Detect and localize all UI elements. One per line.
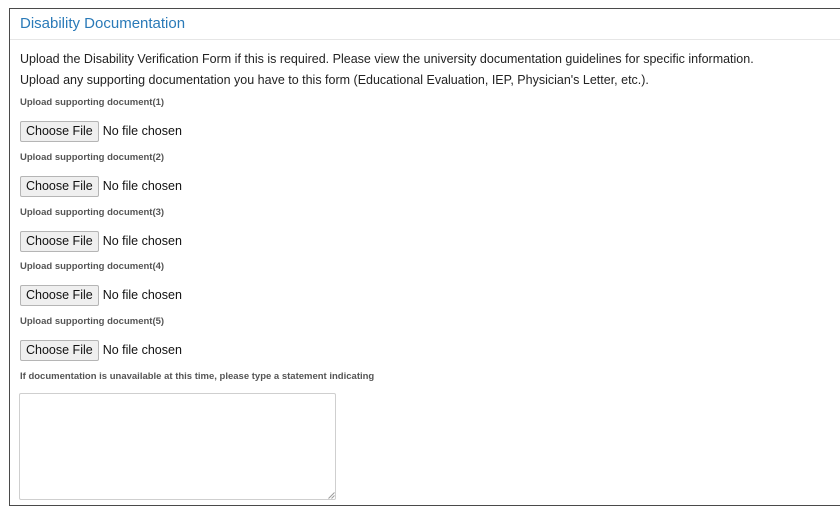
statement-label: If documentation is unavailable at this … (20, 371, 375, 382)
file-status-4: No file chosen (102, 288, 182, 302)
disability-documentation-panel: Disability Documentation Upload the Disa… (9, 8, 840, 506)
file-status-3: No file chosen (102, 234, 182, 248)
file-status-1: No file chosen (102, 124, 182, 138)
file-input-1[interactable]: Choose File No file chosen (20, 120, 182, 142)
upload-label-2: Upload supporting document(2) (20, 152, 165, 163)
choose-file-button-2[interactable]: Choose File (20, 175, 99, 197)
file-status-2: No file chosen (102, 179, 182, 193)
title-divider (10, 39, 840, 40)
upload-label-4: Upload supporting document(4) (20, 261, 165, 272)
intro-text-verification: Upload the Disability Verification Form … (20, 52, 754, 66)
upload-label-3: Upload supporting document(3) (20, 207, 165, 218)
choose-file-button-3[interactable]: Choose File (20, 230, 99, 252)
file-input-3[interactable]: Choose File No file chosen (20, 230, 182, 252)
file-status-5: No file chosen (102, 343, 182, 357)
statement-textarea[interactable] (19, 393, 336, 500)
choose-file-button-1[interactable]: Choose File (20, 120, 99, 142)
choose-file-button-4[interactable]: Choose File (20, 284, 99, 306)
file-input-4[interactable]: Choose File No file chosen (20, 284, 182, 306)
intro-text-supporting: Upload any supporting documentation you … (20, 73, 649, 87)
file-input-2[interactable]: Choose File No file chosen (20, 175, 182, 197)
upload-label-1: Upload supporting document(1) (20, 97, 165, 108)
choose-file-button-5[interactable]: Choose File (20, 339, 99, 361)
file-input-5[interactable]: Choose File No file chosen (20, 339, 182, 361)
panel-title: Disability Documentation (20, 15, 186, 32)
resize-grip-icon[interactable] (328, 492, 335, 499)
upload-label-5: Upload supporting document(5) (20, 316, 165, 327)
